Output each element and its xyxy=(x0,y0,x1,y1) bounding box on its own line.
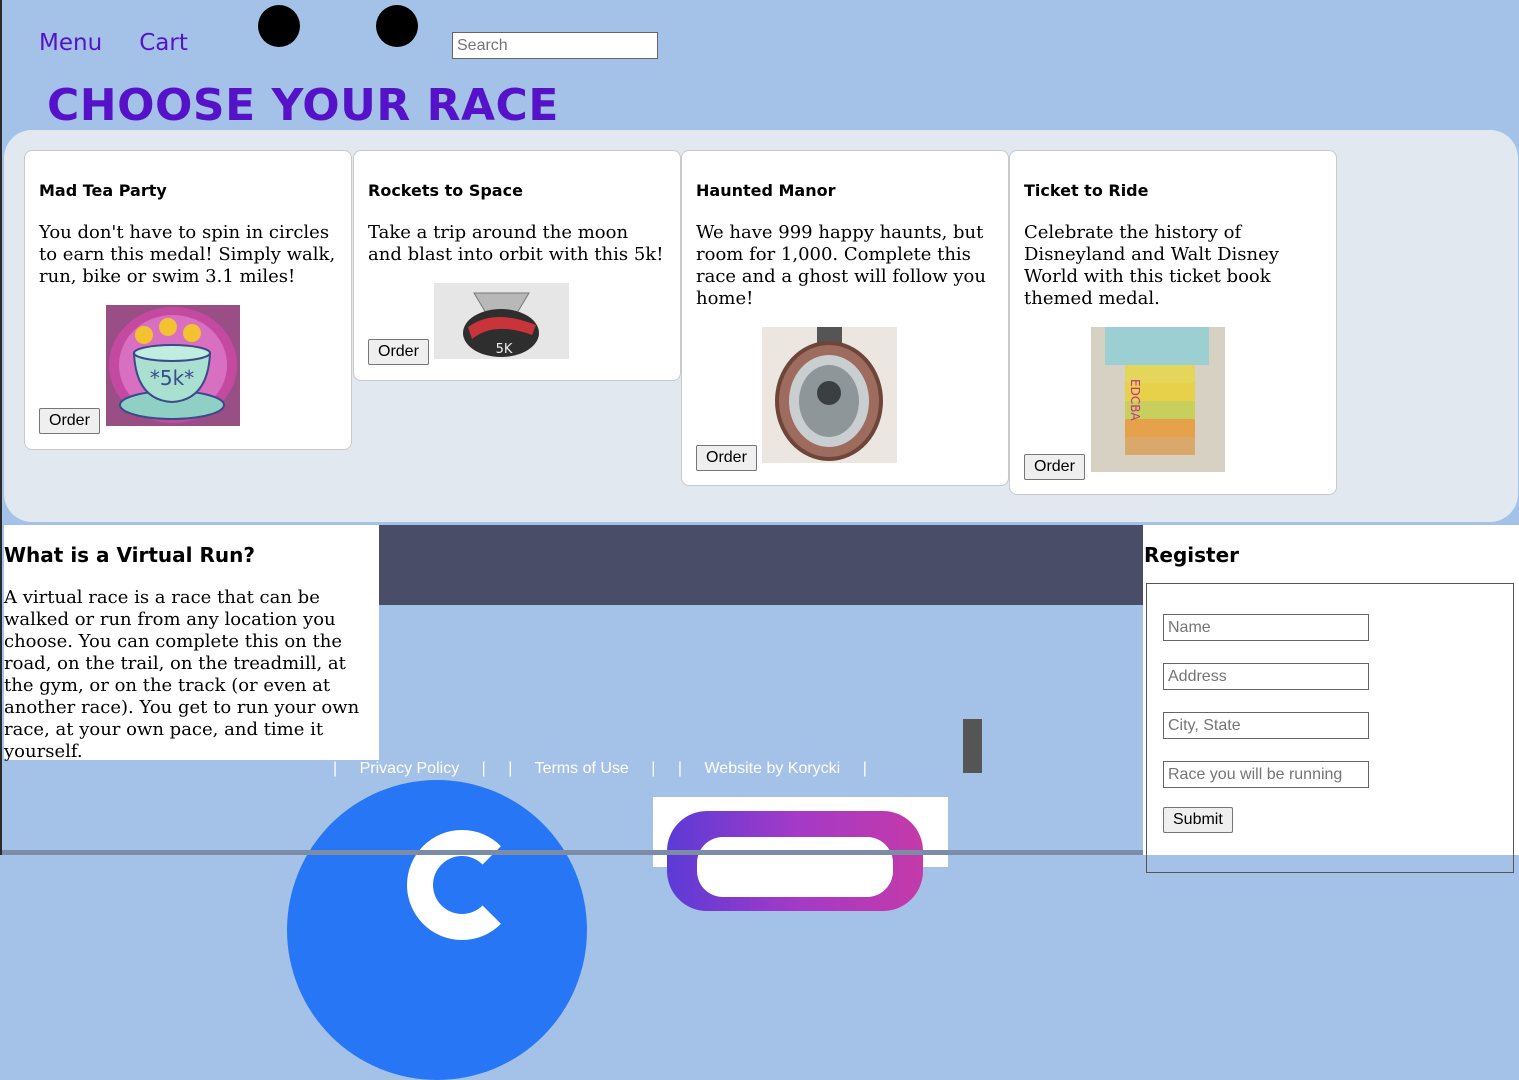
race-description: You don't have to spin in circles to ear… xyxy=(39,222,336,287)
circle-icon xyxy=(376,5,418,47)
register-form: Submit xyxy=(1146,583,1514,873)
circle-icon xyxy=(258,5,300,47)
race-card-ticket-to-ride: Ticket to Ride Celebrate the history of … xyxy=(1009,150,1337,495)
medal-image: 5K xyxy=(434,283,569,359)
footer-separator: | xyxy=(333,760,338,777)
virtual-run-section: What is a Virtual Run? A virtual race is… xyxy=(4,525,379,762)
search-input[interactable] xyxy=(452,32,658,59)
register-section: Register Submit xyxy=(1143,525,1519,873)
order-button[interactable]: Order xyxy=(368,339,429,365)
submit-button[interactable]: Submit xyxy=(1163,807,1233,833)
website-credit-link[interactable]: Website by Korycki xyxy=(704,760,840,777)
races-panel: Mad Tea Party You don't have to spin in … xyxy=(4,130,1518,522)
race-description: Celebrate the history of Disneyland and … xyxy=(1024,222,1279,309)
city-state-field[interactable] xyxy=(1163,712,1369,739)
footer-links: | Privacy Policy | | Terms of Use | | We… xyxy=(333,760,885,778)
footer-separator: | xyxy=(677,760,683,777)
medal-image xyxy=(762,327,897,463)
race-title: Rockets to Space xyxy=(368,181,523,200)
race-title: Haunted Manor xyxy=(696,181,836,200)
virtual-heading: What is a Virtual Run? xyxy=(4,543,255,567)
register-heading: Register xyxy=(1144,543,1240,567)
privacy-policy-link[interactable]: Privacy Policy xyxy=(360,760,460,777)
order-button[interactable]: Order xyxy=(696,445,757,471)
cart-link[interactable]: Cart xyxy=(139,30,188,56)
page-title: CHOOSE YOUR RACE xyxy=(47,80,559,131)
top-nav: Menu Cart xyxy=(39,30,220,56)
order-button[interactable]: Order xyxy=(39,408,100,434)
race-card-rockets-to-space: Rockets to Space Take a trip around the … xyxy=(353,150,681,381)
footer-separator: | xyxy=(862,760,867,777)
order-button[interactable]: Order xyxy=(1024,454,1085,480)
scroll-handle[interactable] xyxy=(963,719,982,773)
medal-label: 5K xyxy=(496,342,513,357)
address-field[interactable] xyxy=(1163,663,1369,690)
menu-link[interactable]: Menu xyxy=(39,30,102,56)
medal-label: EDCBA xyxy=(1128,379,1142,421)
virtual-body: A virtual race is a race that can be wal… xyxy=(4,587,360,762)
footer-separator: | xyxy=(481,760,486,777)
medal-image: EDCBA xyxy=(1091,327,1225,472)
race-description: We have 999 happy haunts, but room for 1… xyxy=(696,222,986,309)
facebook-icon[interactable] xyxy=(287,780,587,1080)
medal-label: *5k* xyxy=(150,366,194,390)
race-card-haunted-manor: Haunted Manor We have 999 happy haunts, … xyxy=(681,150,1009,486)
race-description: Take a trip around the moon and blast in… xyxy=(368,222,664,265)
race-card-mad-tea-party: Mad Tea Party You don't have to spin in … xyxy=(24,150,352,450)
race-title: Mad Tea Party xyxy=(39,181,167,200)
footer-separator: | xyxy=(508,760,513,777)
name-field[interactable] xyxy=(1163,614,1369,641)
race-title: Ticket to Ride xyxy=(1024,181,1149,200)
dark-banner xyxy=(379,525,1143,605)
instagram-icon[interactable] xyxy=(653,797,948,911)
medal-image: *5k* xyxy=(106,305,240,426)
footer-separator: | xyxy=(651,760,656,777)
bottom-strip xyxy=(2,850,1143,855)
race-field[interactable] xyxy=(1163,761,1369,788)
terms-of-use-link[interactable]: Terms of Use xyxy=(535,760,629,777)
